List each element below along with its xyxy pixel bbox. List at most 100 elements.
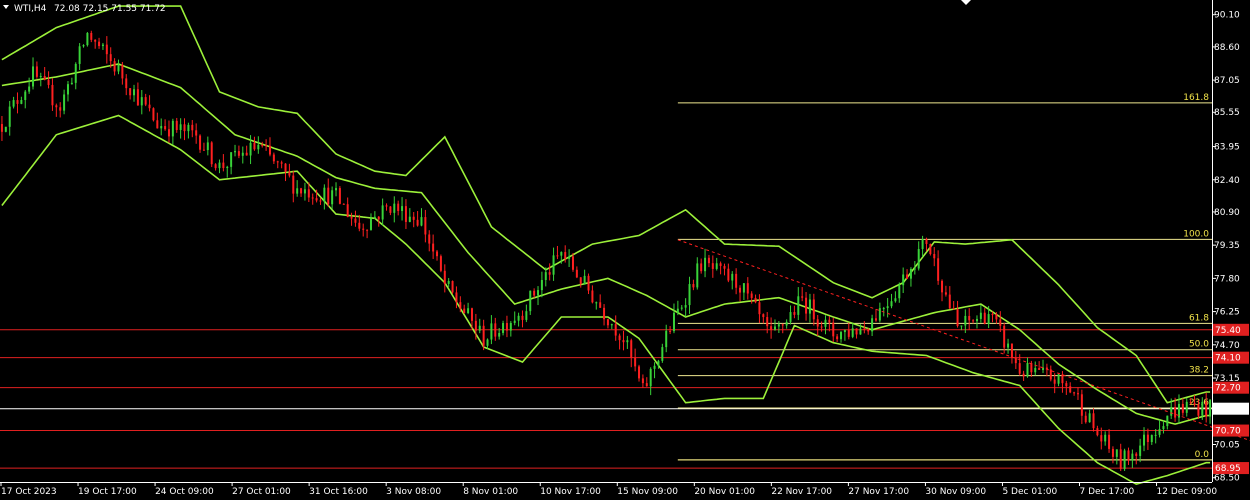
candle-body [284,163,287,172]
candle-body [622,340,625,343]
candle-body [1158,429,1161,435]
price-tick-label: 74.70 [1214,341,1240,351]
fib-level-label: 100.0 [1183,229,1209,239]
candle-body [1205,401,1208,417]
time-tick-label: 10 Nov 17:00 [540,487,601,497]
candle-body [164,126,167,130]
candle-body [490,323,493,340]
candle-body [1111,448,1114,457]
one-click-trading-marker-icon[interactable] [961,0,971,5]
candle-body [991,314,994,316]
time-tick-label: 8 Nov 01:00 [463,487,518,497]
candle-body [789,312,792,322]
candle-body [1026,363,1029,377]
candle-body [937,258,940,281]
candle-body [766,317,769,327]
candle-body [540,280,543,291]
bollinger-bands-layer [1,5,1211,485]
candle-body [762,314,765,318]
candle-body [878,308,881,321]
time-tick-label: 17 Oct 2023 [1,487,57,497]
candle-body [66,84,69,95]
candle-body [443,270,446,284]
candle-body [439,256,442,271]
candle-body [847,330,850,337]
candle-body [4,126,7,132]
candle-body [867,329,870,332]
candle-body [1100,435,1103,442]
time-tick-label: 31 Oct 16:00 [309,487,368,497]
price-tick-label: 76.25 [1214,308,1240,318]
time-tick-label: 19 Oct 17:00 [78,487,137,497]
candle-body [346,204,349,218]
candle-body [509,322,512,331]
candle-body [1018,363,1021,374]
candle-body [641,378,644,384]
candle-body [1127,450,1130,461]
candle-body [1154,434,1157,436]
candle-body [960,325,963,327]
candle-body [101,44,104,47]
candle-body [1139,445,1142,456]
price-tag-label: 75.40 [1215,326,1241,336]
candle-body [886,306,889,309]
candle-body [195,130,198,136]
candle-body [1022,373,1025,377]
candle-body [1201,401,1204,416]
candle-body [276,161,279,163]
dropdown-triangle-icon[interactable] [3,5,9,9]
candle-body [630,340,633,358]
candle-body [51,84,54,106]
candle-body [261,144,264,146]
candle-body [362,228,365,230]
price-tick-label: 80.90 [1214,208,1240,218]
candle-body [366,229,369,231]
candle-body [626,340,629,343]
candle-body [1193,402,1196,405]
candle-body [234,151,237,153]
candle-body [917,249,920,269]
candle-body [773,326,776,330]
candle-body [129,88,132,96]
candle-body [428,234,431,244]
candle-body [820,326,823,328]
candle-body [222,162,225,169]
time-tick-label: 30 Nov 09:00 [925,487,986,497]
fib-level-label: 38.2 [1189,366,1209,376]
candle-body [257,144,260,150]
price-tick-label: 88.60 [1214,43,1240,53]
candle-body [517,315,520,321]
candle-body [1053,379,1056,384]
candle-body [237,151,240,156]
candle-body [20,99,23,104]
candle-body [680,307,683,309]
candle-body [1143,434,1146,446]
candle-body [183,124,186,132]
time-tick-label: 24 Oct 09:00 [155,487,214,497]
candle-body [595,302,598,304]
candle-body [230,152,233,167]
fib-level-label: 161.8 [1183,93,1209,103]
candle-body [995,314,998,320]
candle-body [1034,368,1037,373]
candle-body [948,294,951,309]
candle-body [1049,369,1052,380]
candle-body [1084,415,1087,423]
candle-body [1181,403,1184,413]
candle-body [90,32,93,40]
candle-body [319,200,322,202]
candle-body [758,302,761,315]
candle-body [424,217,427,235]
time-tick-label: 22 Nov 17:00 [771,487,832,497]
candle-body [634,357,637,367]
candle-body [797,296,800,315]
time-tick-label: 27 Nov 17:00 [848,487,909,497]
candle-body [354,218,357,223]
candle-body [82,45,85,47]
price-chart[interactable]: 161.8100.061.850.038.223.60.0 90.1088.60… [0,0,1250,500]
candle-body [1166,415,1169,427]
candle-body [968,315,971,321]
candle-body [47,79,50,85]
candle-body [156,120,159,129]
candle-body [1003,325,1006,348]
